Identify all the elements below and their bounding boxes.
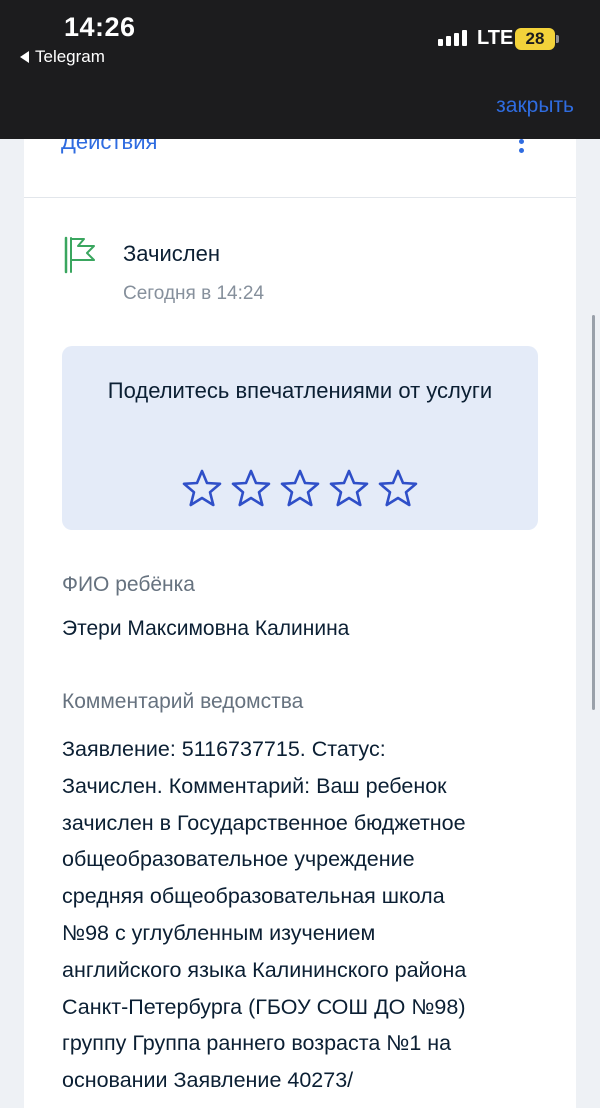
network-type: LTE xyxy=(477,27,514,49)
flag-icon xyxy=(64,236,95,274)
star-icon[interactable] xyxy=(329,468,369,508)
status-time: Сегодня в 14:24 xyxy=(123,283,265,304)
battery-tip xyxy=(556,35,559,43)
star-icon[interactable] xyxy=(378,468,418,508)
star-icon[interactable] xyxy=(280,468,320,508)
scrollbar[interactable] xyxy=(592,315,595,710)
comment-label: Комментарий ведомства xyxy=(62,690,304,713)
comment-text: Заявление: 5116737715. Статус: Зачислен.… xyxy=(62,737,467,1093)
child-name-value: Этери Максимовна Калинина xyxy=(62,617,350,640)
child-name-label: ФИО ребёнка xyxy=(62,573,195,596)
back-arrow-icon xyxy=(20,51,29,63)
feedback-panel: Поделитесь впечатлениями от услуги xyxy=(62,346,538,530)
back-app-label: Telegram xyxy=(35,47,105,66)
star-icon[interactable] xyxy=(231,468,271,508)
feedback-prompt: Поделитесь впечатлениями от услуги xyxy=(107,378,493,403)
battery-icon: 28 xyxy=(515,28,555,50)
back-to-app-link[interactable]: Telegram xyxy=(20,47,105,67)
signal-icon xyxy=(438,30,467,46)
top-bar: 14:26 Telegram LTE 28 закрыть xyxy=(0,0,600,139)
clock: 14:26 xyxy=(64,12,136,42)
rating-stars xyxy=(62,468,538,508)
status-title: Зачислен xyxy=(123,241,221,266)
close-button[interactable]: закрыть xyxy=(496,94,574,118)
star-icon[interactable] xyxy=(182,468,222,508)
